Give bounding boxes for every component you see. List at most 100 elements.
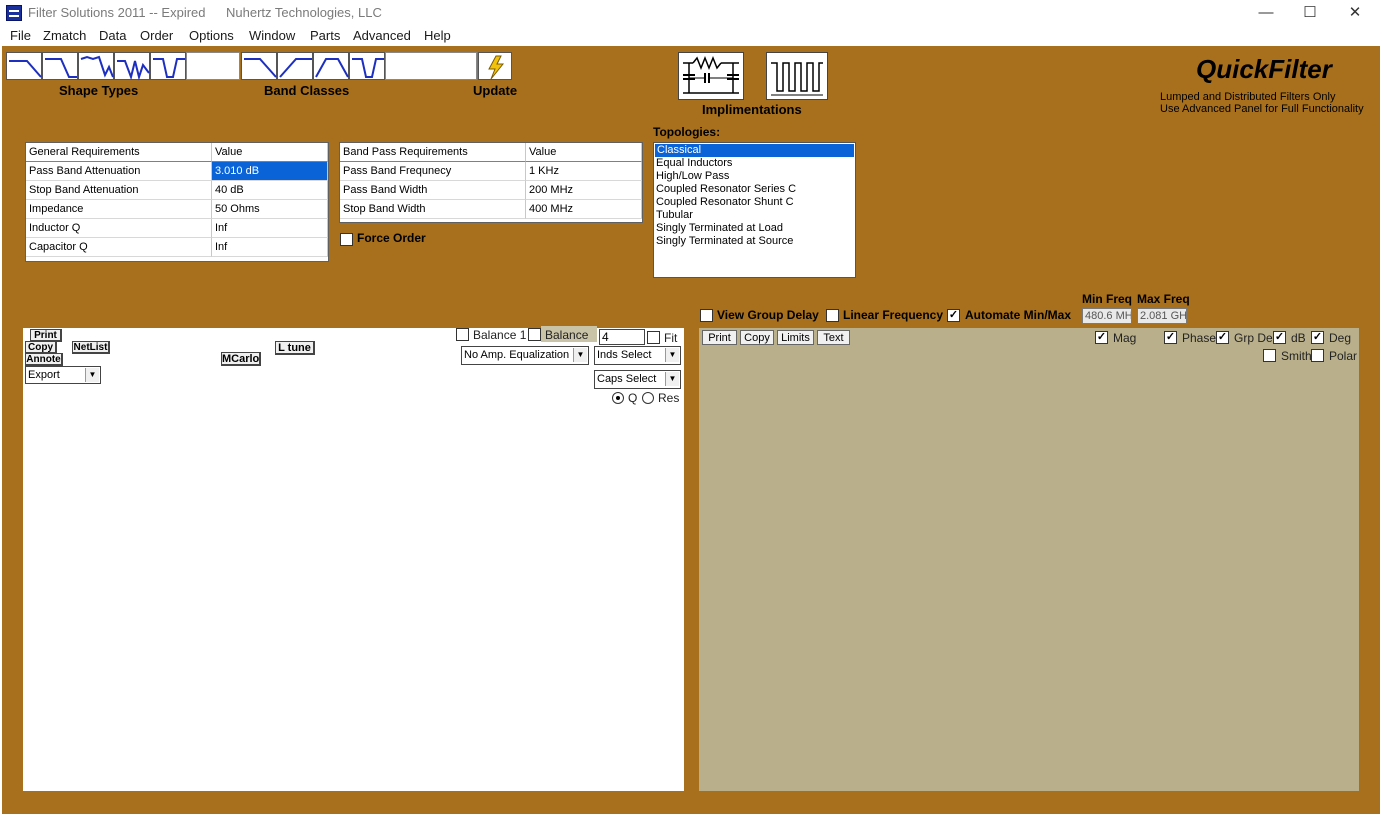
- topology-item[interactable]: High/Low Pass: [654, 170, 855, 183]
- q-radio-label: Q: [628, 391, 638, 405]
- view-group-delay-label: View Group Delay: [717, 308, 819, 322]
- polar-checkbox[interactable]: [1311, 349, 1324, 362]
- shape-types-label: Shape Types: [59, 83, 139, 98]
- menu-help[interactable]: Help: [424, 28, 451, 43]
- lightning-icon: [488, 55, 505, 80]
- menu-options[interactable]: Options: [189, 28, 234, 43]
- topology-item[interactable]: Coupled Resonator Shunt C: [654, 196, 855, 209]
- amp-equalization-dropdown[interactable]: No Amp. Equalization ▼: [461, 346, 589, 365]
- db-checkbox[interactable]: ✓: [1273, 331, 1286, 344]
- topologies-list[interactable]: Classical Equal Inductors High/Low Pass …: [653, 142, 856, 278]
- topology-item[interactable]: Singly Terminated at Load: [654, 222, 855, 235]
- brand-line1: Lumped and Distributed Filters Only: [1160, 91, 1336, 103]
- smith-checkbox[interactable]: [1263, 349, 1276, 362]
- balance1-checkbox[interactable]: [456, 328, 469, 341]
- gen-row-value[interactable]: 40 dB: [212, 181, 328, 200]
- bp-row-value[interactable]: 1 KHz: [526, 162, 642, 181]
- topology-item[interactable]: Singly Terminated at Source: [654, 235, 855, 248]
- elliptic-icon: [80, 55, 114, 78]
- plot-area[interactable]: [699, 328, 1359, 791]
- polar-label: Polar: [1329, 349, 1358, 363]
- gen-row-value[interactable]: Inf: [212, 238, 328, 257]
- band-highpass-icon: [279, 58, 312, 78]
- impl-distributed-button[interactable]: [766, 52, 828, 100]
- mag-label: Mag: [1113, 331, 1137, 345]
- netlist-button[interactable]: NetList: [72, 341, 110, 354]
- shape-bandstop-button[interactable]: [150, 52, 186, 80]
- shape-elliptic-button[interactable]: [78, 52, 114, 80]
- menu-order[interactable]: Order: [140, 28, 173, 43]
- plot-limits-button[interactable]: Limits: [777, 330, 814, 345]
- bp-row-name: Pass Band Frequnecy: [340, 162, 526, 181]
- band-lowpass-button[interactable]: [241, 52, 277, 80]
- band-bandpass-button[interactable]: [313, 52, 349, 80]
- impl-lumped-button[interactable]: [678, 52, 744, 100]
- grp-delay-label: Grp Delay: [1234, 331, 1274, 345]
- topology-item[interactable]: Equal Inductors: [654, 157, 855, 170]
- res-radio[interactable]: [642, 392, 654, 404]
- shape-lowpass2-button[interactable]: [42, 52, 78, 80]
- topology-item[interactable]: Classical: [655, 144, 854, 157]
- max-freq-input[interactable]: 2.081 GHz: [1137, 308, 1187, 324]
- toolbar-spacer-2: [385, 52, 477, 80]
- topology-item[interactable]: Coupled Resonator Series C: [654, 183, 855, 196]
- gen-row-value[interactable]: Inf: [212, 219, 328, 238]
- plot-text-button[interactable]: Text: [817, 330, 850, 345]
- order-input[interactable]: 4: [599, 329, 645, 345]
- shape-notch-button[interactable]: [114, 52, 150, 81]
- mag-checkbox[interactable]: ✓: [1095, 331, 1108, 344]
- max-freq-label: Max Freq: [1137, 292, 1190, 306]
- force-order-label: Force Order: [357, 231, 426, 245]
- minimize-button[interactable]: —: [1243, 2, 1289, 24]
- topology-item[interactable]: Tubular: [654, 209, 855, 222]
- implementations-label: Implimentations: [702, 102, 802, 117]
- menu-data[interactable]: Data: [99, 28, 126, 43]
- bp-row-value[interactable]: 400 MHz: [526, 200, 642, 219]
- gen-row-value[interactable]: 3.010 dB: [212, 162, 328, 181]
- automate-minmax-checkbox[interactable]: ✓: [947, 309, 960, 322]
- caps-select-dropdown[interactable]: Caps Select ▼: [594, 370, 681, 389]
- fit-checkbox[interactable]: [647, 331, 660, 344]
- deg-checkbox[interactable]: ✓: [1311, 331, 1324, 344]
- q-radio[interactable]: [612, 392, 624, 404]
- notch-response-icon: [117, 60, 150, 81]
- grp-delay-checkbox[interactable]: ✓: [1216, 331, 1229, 344]
- res-radio-label: Res: [658, 391, 680, 405]
- maximize-button[interactable]: ☐: [1287, 2, 1333, 24]
- menu-zmatch[interactable]: Zmatch: [43, 28, 86, 43]
- bp-row-value[interactable]: 200 MHz: [526, 181, 642, 200]
- balance1-label: Balance 1: [473, 328, 527, 342]
- phase-checkbox[interactable]: ✓: [1164, 331, 1177, 344]
- export-value: Export: [28, 369, 60, 381]
- plot-print-button[interactable]: Print: [702, 330, 737, 345]
- mcarlo-button[interactable]: MCarlo: [221, 352, 261, 366]
- db-label: dB: [1291, 331, 1306, 345]
- update-button[interactable]: [478, 52, 512, 80]
- plot-copy-button[interactable]: Copy: [740, 330, 774, 345]
- gen-row-value[interactable]: 50 Ohms: [212, 200, 328, 219]
- menu-advanced[interactable]: Advanced: [353, 28, 411, 43]
- band-highpass-button[interactable]: [277, 52, 313, 80]
- ltune-button[interactable]: L tune: [275, 341, 315, 355]
- force-order-checkbox[interactable]: [340, 233, 353, 246]
- menu-parts[interactable]: Parts: [310, 28, 340, 43]
- menu-window[interactable]: Window: [249, 28, 295, 43]
- chevron-down-icon: ▼: [85, 368, 99, 382]
- close-button[interactable]: ✕: [1332, 2, 1378, 24]
- chevron-down-icon: ▼: [665, 372, 679, 386]
- menu-file[interactable]: File: [10, 28, 31, 43]
- linear-frequency-checkbox[interactable]: [826, 309, 839, 322]
- fit-label: Fit: [664, 331, 678, 345]
- bp-row-name: Pass Band Width: [340, 181, 526, 200]
- shape-lowpass-button[interactable]: [6, 52, 42, 80]
- view-group-delay-checkbox[interactable]: [700, 309, 713, 322]
- topologies-label: Topologies:: [653, 125, 721, 139]
- inds-select-dropdown[interactable]: Inds Select ▼: [594, 346, 681, 365]
- band-bandstop-button[interactable]: [349, 52, 385, 80]
- lumped-circuit-icon: [683, 55, 739, 94]
- window-company: Nuhertz Technologies, LLC: [226, 5, 382, 20]
- balance-checkbox[interactable]: [528, 328, 541, 341]
- schematic-annote-button[interactable]: Annote: [25, 353, 63, 366]
- export-dropdown[interactable]: Export ▼: [25, 366, 101, 384]
- min-freq-input[interactable]: 480.6 MHz: [1082, 308, 1132, 324]
